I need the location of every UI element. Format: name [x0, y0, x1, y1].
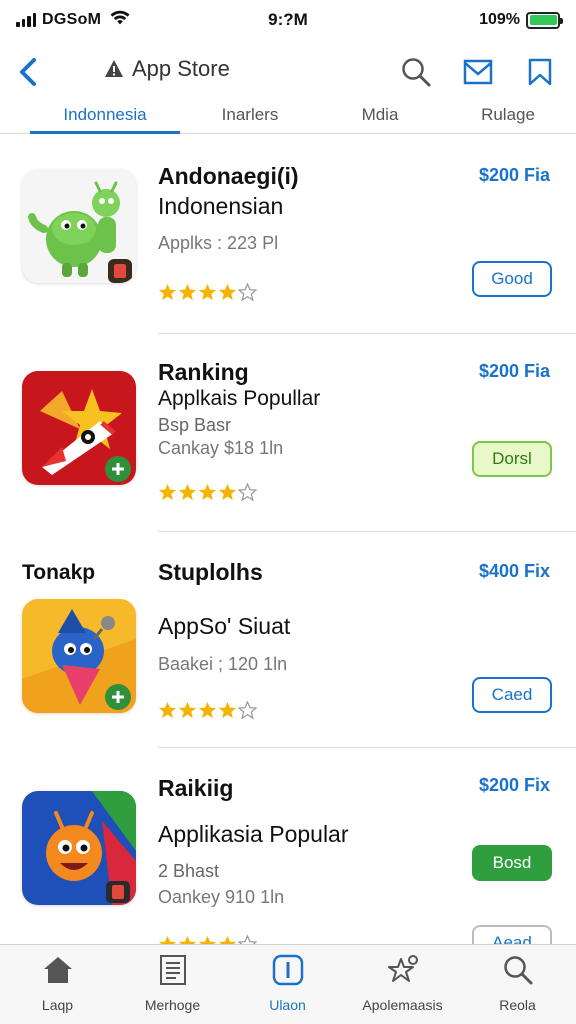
android-robot-icon — [22, 169, 136, 283]
list-item[interactable]: Andonaegi(i) Indonensian Applks : 223 Pl… — [0, 135, 576, 335]
star-filled-icon — [198, 283, 217, 301]
star-filled-icon — [178, 283, 197, 301]
active-tab-indicator — [30, 131, 180, 134]
search-icon — [402, 58, 431, 87]
page-title-text: App Store — [132, 56, 230, 81]
battery-percent: 109% — [479, 11, 520, 28]
app-price: $200 Fix — [478, 775, 550, 795]
star-filled-icon — [218, 283, 237, 301]
star-filled-icon — [218, 483, 237, 501]
app-title: Stuplolhs — [158, 559, 263, 585]
carrier-name: DGSoM — [42, 11, 102, 28]
warning-icon — [105, 60, 123, 77]
tab-bar-label: Merhoge — [144, 997, 201, 1013]
star-person-icon — [386, 953, 420, 987]
get-button-partial[interactable]: Aead — [472, 925, 552, 944]
chevron-left-icon — [20, 58, 36, 86]
tab-bar-item-document[interactable]: Merhoge — [115, 953, 230, 1013]
app-subtitle: Indonensian — [158, 193, 284, 219]
navigation-bar: App Store — [0, 44, 576, 100]
list-item[interactable]: Raikiig Applikasia Popular 2 Bhast Oanke… — [0, 749, 576, 944]
star-rating — [158, 701, 257, 723]
app-price: $200 Fia — [478, 165, 550, 185]
updates-icon — [271, 953, 305, 987]
signal-icon — [16, 13, 36, 27]
tab-bar-item-search[interactable]: Reola — [460, 953, 575, 1013]
wifi-icon — [109, 10, 131, 31]
tab-media[interactable]: Mdia — [320, 96, 440, 134]
star-filled-icon — [158, 701, 177, 719]
page-title: App Store — [104, 56, 230, 82]
blue-creature-icon — [22, 599, 136, 713]
star-filled-icon — [198, 483, 217, 501]
bottom-tab-bar: Laqp Merhoge Ulaon Apolemaasis Reola — [0, 944, 576, 1024]
get-button[interactable]: Caed — [472, 677, 552, 713]
tab-bar-label: Reola — [499, 997, 536, 1013]
star-filled-icon — [218, 935, 237, 944]
star-empty-icon — [238, 483, 257, 502]
battery-icon — [526, 11, 563, 29]
star-empty-icon — [238, 935, 257, 944]
tab-bar-item-updates[interactable]: Ulaon — [230, 953, 345, 1013]
app-meta: Oankey 910 1ln — [158, 887, 285, 907]
rank-label: Bsp Basr — [158, 415, 232, 435]
tab-bar-label: Apolemaasis — [362, 997, 443, 1013]
star-filled-icon — [158, 935, 177, 944]
star-filled-icon — [178, 935, 197, 944]
divider — [158, 747, 576, 748]
star-filled-icon — [198, 935, 217, 944]
get-button[interactable]: Good — [472, 261, 552, 297]
divider — [158, 333, 576, 334]
status-bar: DGSoM 9:?M 109% — [0, 0, 576, 40]
tab-rulage[interactable]: Rulage — [440, 96, 576, 134]
app-meta: Baakei ; 120 1ln — [158, 654, 288, 674]
app-meta: Applks : 223 Pl — [158, 233, 279, 253]
star-filled-icon — [198, 701, 217, 719]
get-button[interactable]: Dorsl — [472, 441, 552, 477]
list-item[interactable]: Ranking Applkais Popullar Bsp Basr Canka… — [0, 335, 576, 533]
app-subtitle: AppSo' Siuat — [158, 613, 291, 639]
tab-inarlers[interactable]: Inarlers — [180, 96, 320, 134]
star-rating — [158, 483, 257, 505]
search-icon — [501, 953, 535, 987]
tab-bar-label: Laqp — [41, 997, 74, 1013]
star-rating — [158, 283, 257, 305]
app-title: Andonaegi(i) — [158, 163, 299, 189]
section-label: Tonakp — [22, 561, 96, 584]
star-filled-icon — [218, 701, 237, 719]
star-filled-icon — [178, 701, 197, 719]
tab-indonesia[interactable]: Indonnesia — [30, 96, 180, 134]
star-rating — [158, 935, 257, 944]
star-filled-icon — [178, 483, 197, 501]
star-filled-icon — [158, 283, 177, 301]
bookmark-button[interactable] — [522, 54, 558, 90]
rocket-star-icon — [22, 371, 136, 485]
mail-button[interactable] — [460, 54, 496, 90]
home-icon — [41, 953, 75, 987]
document-icon — [156, 953, 190, 987]
app-subtitle: Applkais Popullar — [158, 387, 321, 410]
category-tabs: Indonnesia Inarlers Mdia Rulage — [0, 96, 576, 134]
list-item[interactable]: Tonakp Stuplolhs AppSo' Siuat Baakei ; 1… — [0, 533, 576, 749]
divider — [158, 531, 576, 532]
app-title: Raikiig — [158, 775, 234, 801]
app-subtitle: Applikasia Popular — [158, 821, 349, 847]
bookmark-icon — [528, 58, 552, 86]
tab-bar-item-home[interactable]: Laqp — [0, 953, 115, 1013]
star-empty-icon — [238, 283, 257, 302]
app-title: Ranking — [158, 359, 249, 385]
tab-bar-label: Ulaon — [269, 997, 306, 1013]
get-button[interactable]: Bosd — [472, 845, 552, 881]
app-price: $400 Fix — [478, 561, 550, 581]
tab-bar-item-star[interactable]: Apolemaasis — [345, 953, 460, 1013]
orange-monster-icon — [22, 791, 136, 905]
mail-icon — [463, 59, 493, 85]
rank-label: 2 Bhast — [158, 861, 220, 881]
app-price: $200 Fia — [478, 361, 550, 381]
back-button[interactable] — [12, 52, 44, 92]
search-button[interactable] — [398, 54, 434, 90]
app-meta: Cankay $18 1ln — [158, 438, 284, 458]
star-empty-icon — [238, 701, 257, 720]
star-filled-icon — [158, 483, 177, 501]
